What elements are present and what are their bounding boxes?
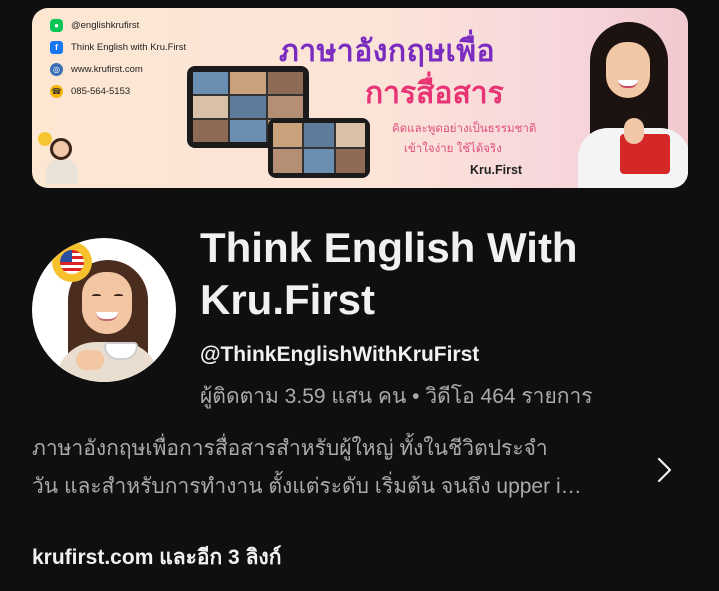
primary-link[interactable]: krufirst.com bbox=[32, 546, 153, 569]
line-icon: ● bbox=[50, 18, 63, 32]
channel-banner: ● @englishkrufirst f Think English with … bbox=[32, 8, 688, 188]
banner-title-line1: ภาษาอังกฤษเพื่อ bbox=[279, 35, 496, 68]
banner-contact-text: 085-564-5153 bbox=[71, 85, 131, 97]
channel-description[interactable]: ภาษาอังกฤษเพื่อการสื่อสารสำหรับผู้ใหญ่ ท… bbox=[32, 430, 632, 506]
chevron-right-icon[interactable] bbox=[650, 456, 678, 484]
banner-signature: Kru.First bbox=[470, 163, 523, 177]
channel-avatar[interactable] bbox=[32, 238, 176, 382]
banner-tagline-1: คิดและพูดอย่างเป็นธรรมชาติ bbox=[392, 123, 537, 135]
banner-contact-text: @englishkrufirst bbox=[71, 19, 140, 31]
banner-contact-facebook: f Think English with Kru.First bbox=[50, 36, 225, 58]
banner-mini-avatar bbox=[36, 132, 116, 188]
us-flag-icon bbox=[60, 250, 84, 274]
banner-contact-line: ● @englishkrufirst bbox=[50, 14, 225, 36]
lightbulb-icon bbox=[52, 242, 92, 282]
banner-contact-text: Think English with Kru.First bbox=[71, 41, 187, 53]
globe-icon: ◎ bbox=[50, 62, 63, 76]
banner-phone-image bbox=[268, 118, 370, 178]
channel-stats: ผู้ติดตาม 3.59 แสน คน • วิดีโอ 464 รายกา… bbox=[200, 385, 593, 408]
banner-teacher-photo bbox=[572, 22, 688, 188]
banner-title-line2: การสื่อสาร bbox=[365, 77, 504, 110]
banner-contact-text: www.krufirst.com bbox=[71, 63, 143, 75]
channel-links: krufirst.com และอีก 3 ลิงก์ bbox=[32, 541, 281, 574]
channel-handle: @ThinkEnglishWithKruFirst bbox=[200, 343, 480, 366]
description-line: ภาษาอังกฤษเพื่อการสื่อสารสำหรับผู้ใหญ่ ท… bbox=[32, 437, 548, 460]
banner-tagline-2: เข้าใจง่าย ใช้ได้จริง bbox=[404, 143, 502, 155]
channel-name: Think English With Kru.First bbox=[200, 224, 578, 323]
more-links-button[interactable]: และอีก 3 ลิงก์ bbox=[153, 546, 281, 569]
description-line: วัน และสำหรับการทำงาน ตั้งแต่ระดับ เริ่ม… bbox=[32, 475, 582, 498]
facebook-icon: f bbox=[50, 40, 63, 54]
phone-icon: ☎ bbox=[50, 84, 63, 98]
